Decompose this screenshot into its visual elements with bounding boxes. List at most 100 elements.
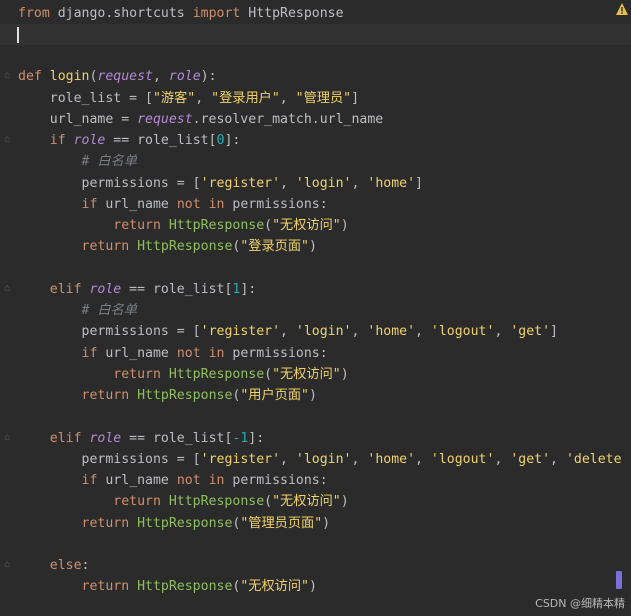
code-line[interactable]: url_name = request.resolver_match.url_na… [0, 109, 631, 130]
code-line[interactable] [0, 45, 631, 66]
text-caret [17, 26, 19, 43]
code-line[interactable]: ⌂ elif role == role_list[-1]: [0, 428, 631, 449]
code-line[interactable]: from django.shortcuts import HttpRespons… [0, 3, 631, 24]
code-token: ) [322, 515, 331, 531]
code-token: def [18, 69, 50, 85]
csdn-watermark: CSDN @细精本精 [535, 597, 625, 610]
code-token: elif [49, 430, 90, 446]
code-text: permissions = ['register', 'login', 'hom… [18, 449, 622, 470]
code-line[interactable] [0, 534, 631, 555]
code-token: , [351, 324, 368, 340]
code-token: ] [550, 324, 558, 340]
code-line[interactable]: role_list = ["游客", "登录用户", "管理员"] [0, 88, 631, 109]
code-token: ]: [248, 430, 265, 446]
code-token: # 白名单 [18, 303, 137, 318]
code-token: permissions: [232, 345, 328, 361]
code-text: return HttpResponse("无权访问") [18, 215, 349, 236]
code-token: , [351, 175, 368, 191]
code-token: , [415, 451, 431, 467]
code-token: return [81, 388, 138, 403]
code-token: url_name = [18, 111, 138, 127]
code-token: ( [264, 366, 273, 382]
code-line[interactable]: return HttpResponse("登录页面") [0, 236, 631, 257]
fold-marker-icon[interactable]: ⌂ [4, 135, 14, 145]
code-token: ] [415, 175, 423, 191]
code-token: else [49, 558, 82, 573]
code-text: elif role == role_list[-1]: [18, 428, 264, 449]
code-token: , [153, 69, 169, 85]
code-token: ( [264, 494, 273, 510]
code-token: ): [200, 69, 217, 85]
scrollbar-marker[interactable] [616, 571, 622, 589]
code-line[interactable]: ⌂ elif role == role_list[1]: [0, 279, 631, 300]
code-token: request [137, 111, 193, 127]
code-line[interactable]: permissions = ['register', 'login', 'hom… [0, 449, 631, 470]
code-line[interactable]: return HttpResponse("无权访问") [0, 491, 631, 512]
code-token: "无权访问" [272, 494, 341, 510]
code-token: 'logout' [430, 451, 495, 467]
code-token: , [494, 324, 511, 340]
code-line[interactable] [0, 258, 631, 279]
code-token: 'home' [367, 175, 416, 191]
code-text: from django.shortcuts import HttpRespons… [18, 3, 344, 24]
code-line[interactable]: permissions = ['register', 'login', 'hom… [0, 321, 631, 342]
code-line[interactable]: # 白名单 [0, 300, 631, 321]
code-token: == role_list[ [105, 133, 217, 148]
fold-marker-icon[interactable]: ⌂ [4, 283, 14, 294]
code-line[interactable]: ⌂ def login(request, role): [0, 66, 631, 87]
code-line[interactable] [0, 23, 631, 45]
code-token: 'register' [200, 175, 281, 191]
code-token: 'logout' [430, 324, 495, 340]
code-line[interactable]: # 白名单 [0, 151, 631, 172]
code-token: return [81, 579, 138, 595]
code-line[interactable]: return HttpResponse("无权访问") [0, 364, 631, 385]
code-line[interactable]: if url_name not in permissions: [0, 194, 631, 215]
code-token: return [113, 218, 169, 233]
fold-marker-icon[interactable]: ⌂ [4, 432, 14, 443]
code-token: request [97, 69, 153, 85]
code-line[interactable]: return HttpResponse("管理员页面") [0, 513, 631, 534]
code-token: ) [340, 218, 349, 233]
code-token: not in [176, 473, 233, 488]
code-line[interactable]: return HttpResponse("无权访问") [0, 215, 631, 236]
code-token: HttpResponse [137, 239, 233, 255]
code-token: elif [49, 281, 90, 297]
code-editor[interactable]: from django.shortcuts import HttpRespons… [0, 0, 631, 616]
code-token: HttpResponse [137, 388, 233, 403]
code-token: return [113, 494, 169, 510]
code-token: ( [264, 218, 273, 233]
code-token: "管理员" [295, 90, 352, 106]
code-token: not in [176, 196, 233, 212]
code-token: "管理员页面" [240, 515, 323, 531]
code-token: django.shortcuts [57, 5, 193, 21]
code-line[interactable]: return HttpResponse("用户页面") [0, 385, 631, 406]
code-token: 'login' [295, 451, 352, 467]
code-token: HttpResponse [168, 494, 265, 510]
code-line[interactable]: permissions = ['register', 'login', 'hom… [0, 173, 631, 194]
code-line[interactable]: ⌂ if role == role_list[0]: [0, 130, 631, 151]
code-line[interactable]: if url_name not in permissions: [0, 343, 631, 364]
code-token: not in [176, 345, 233, 361]
code-token: import [192, 5, 249, 21]
code-line[interactable] [0, 406, 631, 427]
fold-marker-icon[interactable]: ⌂ [4, 71, 14, 81]
code-token: , [280, 324, 296, 340]
code-token: "无权访问" [272, 366, 341, 382]
code-text: permissions = ['register', 'login', 'hom… [18, 173, 423, 194]
code-token: if [81, 473, 106, 488]
warning-triangle-icon[interactable] [615, 2, 629, 16]
fold-marker-icon[interactable]: ⌂ [4, 560, 14, 570]
code-token: 'get' [510, 451, 551, 467]
code-line[interactable]: if url_name not in permissions: [0, 470, 631, 491]
code-token: role [89, 281, 122, 297]
code-token: 'home' [367, 451, 416, 467]
code-line[interactable]: ⌂ else: [0, 555, 631, 576]
code-token: permissions: [232, 473, 328, 488]
code-token: : [81, 558, 90, 573]
code-text: return HttpResponse("用户页面") [18, 385, 317, 406]
code-token: "登录用户" [211, 90, 280, 106]
